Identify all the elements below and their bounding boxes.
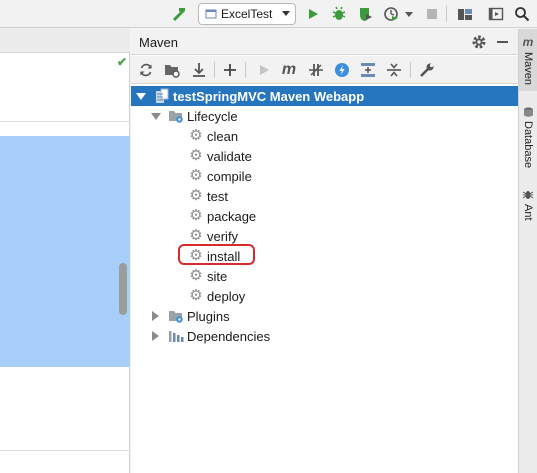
- add-maven-project-icon[interactable]: [220, 60, 240, 80]
- phase-label: validate: [207, 148, 252, 164]
- run-maven-build-icon[interactable]: [254, 60, 274, 80]
- search-icon[interactable]: [512, 4, 532, 24]
- run-configuration-select[interactable]: ExcelTest: [198, 3, 296, 25]
- debug-icon[interactable]: [329, 4, 349, 24]
- gear-icon[interactable]: [471, 34, 487, 53]
- maven-module-icon: [156, 88, 169, 103]
- editor-area[interactable]: ✔: [0, 29, 130, 473]
- lifecycle-phase-site[interactable]: ⚙ site: [188, 266, 227, 286]
- tool-tab-label: Maven: [522, 52, 534, 86]
- right-tool-strip: m Maven Database Ant: [518, 29, 537, 473]
- lifecycle-label: Lifecycle: [187, 108, 238, 124]
- plugins-folder-icon: [169, 311, 183, 323]
- phase-label: install: [207, 248, 241, 264]
- tree-node-dependencies[interactable]: Dependencies: [152, 326, 270, 346]
- run-config-label: ExcelTest: [221, 7, 273, 21]
- profile-icon[interactable]: [381, 4, 401, 24]
- lifecycle-phase-validate[interactable]: ⚙ validate: [188, 146, 252, 166]
- phase-label: site: [207, 268, 228, 284]
- main-toolbar: ExcelTest: [0, 0, 537, 28]
- collapse-all-icon[interactable]: [384, 60, 404, 80]
- generate-sources-icon[interactable]: [162, 60, 182, 80]
- expand-arrow-icon[interactable]: [152, 331, 159, 341]
- toolbar-divider: [245, 62, 246, 78]
- run-icon[interactable]: [303, 4, 323, 24]
- editor-divider: [0, 121, 130, 122]
- maven-header: Maven: [131, 29, 518, 55]
- maven-settings-wrench-icon[interactable]: [417, 60, 437, 80]
- maven-tool-window: Maven m testSpringMVC Maven Webapp Lifec…: [131, 29, 518, 473]
- maven-projects-tree[interactable]: testSpringMVC Maven Webapp Lifecycle ⚙ c…: [131, 85, 518, 473]
- expand-arrow-icon[interactable]: [136, 92, 146, 100]
- phase-label: test: [207, 188, 228, 204]
- phase-label: verify: [207, 228, 239, 244]
- lifecycle-phase-clean[interactable]: ⚙ clean: [188, 126, 238, 146]
- more-run-options-chevron-icon[interactable]: [405, 12, 413, 17]
- lifecycle-phase-test[interactable]: ⚙ test: [188, 186, 228, 206]
- tool-tab-label: Ant: [522, 204, 534, 221]
- tree-node-lifecycle[interactable]: Lifecycle: [151, 106, 238, 126]
- lifecycle-phase-deploy[interactable]: ⚙ deploy: [188, 286, 245, 306]
- run-with-coverage-icon[interactable]: [355, 4, 375, 24]
- database-icon: [523, 107, 533, 117]
- maven-toolbar: m: [131, 56, 518, 84]
- phase-label: clean: [207, 128, 239, 144]
- presentation-mode-icon[interactable]: [486, 4, 506, 24]
- show-dependencies-icon[interactable]: [358, 60, 378, 80]
- lifecycle-folder-icon: [169, 111, 183, 123]
- dependencies-icon: [169, 331, 184, 342]
- dependencies-label: Dependencies: [187, 328, 271, 344]
- maven-logo-icon: m: [522, 35, 534, 49]
- lifecycle-phase-package[interactable]: ⚙ package: [188, 206, 256, 226]
- phase-label: package: [207, 208, 257, 224]
- chevron-down-icon: [282, 11, 290, 16]
- project-structure-icon[interactable]: [455, 4, 475, 24]
- gear-icon: ⚙: [189, 207, 203, 224]
- toolbar-divider: [410, 62, 411, 78]
- lifecycle-phase-verify[interactable]: ⚙ verify: [188, 226, 238, 246]
- editor-selection: [0, 136, 130, 367]
- tree-node-project[interactable]: testSpringMVC Maven Webapp: [131, 86, 518, 106]
- execute-maven-goal-icon[interactable]: m: [279, 60, 299, 80]
- plugins-label: Plugins: [187, 308, 230, 324]
- maven-title: Maven: [139, 35, 179, 50]
- lifecycle-phase-compile[interactable]: ⚙ compile: [188, 166, 252, 186]
- toggle-skip-tests-icon[interactable]: [332, 60, 352, 80]
- project-name: testSpringMVC Maven Webapp: [173, 88, 365, 104]
- gear-icon: ⚙: [189, 267, 203, 284]
- expand-arrow-icon[interactable]: [152, 311, 159, 321]
- toolbar-divider: [214, 62, 215, 78]
- gear-icon: ⚙: [189, 287, 203, 304]
- toggle-offline-mode-icon[interactable]: [306, 60, 326, 80]
- gear-icon: ⚙: [189, 127, 203, 144]
- tree-node-plugins[interactable]: Plugins: [152, 306, 230, 326]
- gear-icon: ⚙: [189, 187, 203, 204]
- gear-icon: ⚙: [189, 227, 203, 244]
- download-sources-icon[interactable]: [189, 60, 209, 80]
- editor-tab-bar: [0, 29, 130, 53]
- hammer-build-icon[interactable]: [170, 4, 190, 24]
- tool-tab-database[interactable]: Database: [519, 107, 537, 168]
- config-icon: [205, 9, 217, 19]
- tool-tab-ant[interactable]: Ant: [519, 189, 537, 221]
- expand-arrow-icon[interactable]: [151, 112, 161, 120]
- phase-label: compile: [207, 168, 252, 184]
- toolbar-divider: [446, 6, 447, 22]
- gear-icon: ⚙: [189, 167, 203, 184]
- minimize-icon[interactable]: [497, 41, 508, 43]
- ant-icon: [522, 191, 534, 199]
- phase-label: deploy: [207, 288, 246, 304]
- tool-tab-label: Database: [522, 121, 534, 169]
- reimport-icon[interactable]: [136, 60, 156, 80]
- check-icon: ✔: [117, 55, 128, 69]
- tool-tab-maven[interactable]: m Maven: [519, 29, 537, 91]
- gear-icon: ⚙: [189, 247, 203, 264]
- editor-bottom-divider: [0, 450, 130, 451]
- stop-icon[interactable]: [422, 4, 442, 24]
- gear-icon: ⚙: [189, 147, 203, 164]
- editor-scrollbar[interactable]: [119, 263, 127, 315]
- lifecycle-phase-install[interactable]: ⚙ install: [188, 246, 240, 266]
